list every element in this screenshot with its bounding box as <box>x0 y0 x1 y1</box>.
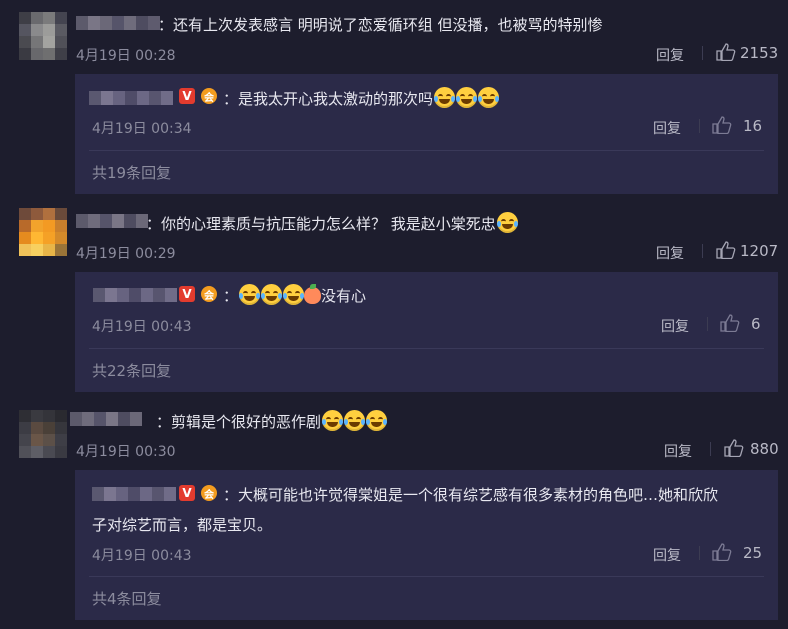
username[interactable] <box>70 412 142 426</box>
peach-emoji <box>304 284 322 304</box>
comment-text-content: ：剪辑是个很好的恶作剧 <box>156 413 322 431</box>
laugh-cry-emoji <box>434 87 456 108</box>
reply-username[interactable] <box>93 288 177 302</box>
reply-text: ： 没有心 <box>223 284 366 306</box>
reply-text: ：是我太开心我太激动的那次吗 <box>223 87 500 109</box>
divider <box>702 244 703 258</box>
thumbs-up-icon[interactable] <box>724 439 744 457</box>
laugh-cry-emoji <box>283 284 305 305</box>
thumbs-up-icon[interactable] <box>720 314 740 332</box>
comment-text: ：你的心理素质与抗压能力怎么样？ 我是赵小棠死忠 <box>146 212 518 234</box>
verified-icon: V <box>179 286 195 302</box>
reply-button[interactable]: 回复 <box>664 441 692 461</box>
reply-text-line1: ：大概可能也许觉得棠姐是一个很有综艺感有很多素材的角色吧…她和欣欣 <box>223 486 719 504</box>
reply-text-line2: 子对综艺而言，都是宝贝。 <box>92 516 273 534</box>
reply-time: 4月19日 00:43 <box>92 319 192 335</box>
laugh-cry-emoji <box>456 87 478 108</box>
divider <box>699 546 700 560</box>
reply-button[interactable]: 回复 <box>656 45 684 65</box>
like-count: 16 <box>743 117 763 135</box>
more-replies-link[interactable]: 共22条回复 <box>92 360 171 381</box>
verified-icon: V <box>179 485 195 501</box>
thumbs-up-icon[interactable] <box>716 241 736 259</box>
divider <box>710 442 711 456</box>
comment-1: ：还有上次发表感言 明明说了恋爱循环组 但没播，也被骂的特别惨 4月19日 00… <box>0 0 788 200</box>
reply-time: 4月19日 00:34 <box>92 121 192 137</box>
laugh-cry-emoji <box>478 87 500 108</box>
reply-box: V 会 ： 没有心 4月19日 00:43 回复 6 共22条回复 <box>75 272 778 392</box>
comment-time: 4月19日 00:28 <box>76 48 176 64</box>
crying-emoji <box>496 212 518 233</box>
comment-text: ：剪辑是个很好的恶作剧 <box>156 410 388 432</box>
username[interactable] <box>76 214 148 228</box>
vip-icon: 会 <box>201 88 217 104</box>
comment-time: 4月19日 00:29 <box>76 246 176 262</box>
reply-text-content: ：是我太开心我太激动的那次吗 <box>223 90 434 108</box>
reply-button[interactable]: 回复 <box>656 243 684 263</box>
laugh-cry-emoji <box>322 410 344 431</box>
reply-username[interactable] <box>89 91 173 105</box>
comment-text: ：还有上次发表感言 明明说了恋爱循环组 但没播，也被骂的特别惨 <box>158 16 603 34</box>
like-count: 880 <box>750 440 779 458</box>
reply-divider <box>89 150 764 151</box>
thumbs-up-icon[interactable] <box>712 116 732 134</box>
vip-icon: 会 <box>201 286 217 302</box>
avatar[interactable] <box>19 208 67 256</box>
laugh-cry-emoji <box>239 284 261 305</box>
divider <box>699 119 700 133</box>
reply-username[interactable] <box>92 487 176 501</box>
more-replies-link[interactable]: 共19条回复 <box>92 162 171 183</box>
comment-time: 4月19日 00:30 <box>76 444 176 460</box>
reply-button[interactable]: 回复 <box>661 316 689 336</box>
thumbs-up-icon[interactable] <box>712 543 732 561</box>
vip-icon: 会 <box>201 485 217 501</box>
reply-button[interactable]: 回复 <box>653 118 681 138</box>
avatar[interactable] <box>19 12 67 60</box>
comment-3: ：剪辑是个很好的恶作剧 4月19日 00:30 回复 880 V 会 ：大概可能… <box>0 400 788 629</box>
more-replies-link[interactable]: 共4条回复 <box>92 588 162 609</box>
like-count: 25 <box>743 544 763 562</box>
laugh-cry-emoji <box>344 410 366 431</box>
verified-icon: V <box>179 88 195 104</box>
reply-box: V 会 ：大概可能也许觉得棠姐是一个很有综艺感有很多素材的角色吧…她和欣欣 子对… <box>75 470 778 620</box>
laugh-cry-emoji <box>366 410 388 431</box>
reply-divider <box>89 348 764 349</box>
like-count: 1207 <box>740 242 779 260</box>
reply-text-content: 没有心 <box>321 287 367 305</box>
thumbs-up-icon[interactable] <box>716 43 736 61</box>
laugh-cry-emoji <box>261 284 283 305</box>
like-count: 2153 <box>740 44 779 62</box>
divider <box>702 46 703 60</box>
avatar[interactable] <box>19 410 67 458</box>
comment-2: ：你的心理素质与抗压能力怎么样？ 我是赵小棠死忠 4月19日 00:29 回复 … <box>0 200 788 400</box>
reply-time: 4月19日 00:43 <box>92 548 192 564</box>
reply-box: V 会 ：是我太开心我太激动的那次吗 4月19日 00:34 回复 16 共19… <box>75 74 778 194</box>
comment-text-content: ：你的心理素质与抗压能力怎么样？ 我是赵小棠死忠 <box>146 215 496 233</box>
divider <box>707 317 708 331</box>
colon: ： <box>223 287 239 305</box>
username[interactable] <box>76 16 160 30</box>
reply-divider <box>89 576 764 577</box>
reply-button[interactable]: 回复 <box>653 545 681 565</box>
like-count: 6 <box>751 315 761 333</box>
